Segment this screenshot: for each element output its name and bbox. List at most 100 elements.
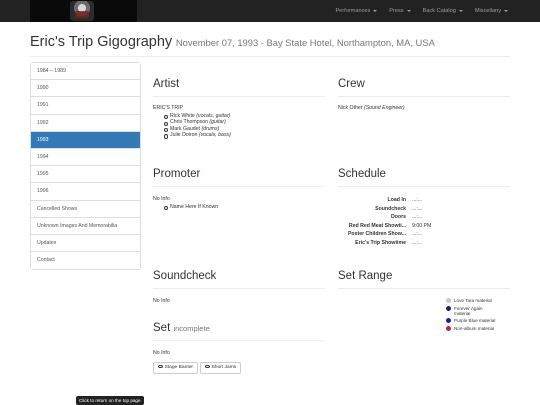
sidebar-item-1993[interactable]: 1993 — [31, 131, 140, 149]
nav-performances[interactable]: Performances — [329, 0, 383, 22]
list-item: Julie Doiron (vocals, bass) — [160, 132, 231, 139]
caret-down-icon — [458, 9, 463, 12]
soundcheck-divider — [153, 288, 325, 289]
member-role: (guitar) — [209, 119, 226, 126]
set-range-legend: Love Tara material Forever Again materia… — [446, 298, 495, 333]
promoter-heading: Promoter — [153, 168, 201, 180]
set-info: No Info — [153, 350, 170, 356]
legend-label: Purple Blue material — [454, 318, 496, 324]
legend-item: Non-album material — [446, 325, 495, 331]
legend-swatch — [446, 305, 451, 311]
legend-item: Love Tara material — [446, 298, 495, 303]
eye-icon — [158, 365, 163, 369]
crew-heading: Crew — [338, 78, 365, 90]
set-range-heading: Set Range — [338, 270, 393, 282]
set-range-divider — [338, 288, 510, 289]
sidebar-item-unknown-images[interactable]: Unknown Images And Memorabilia — [31, 217, 140, 235]
schedule-row: Doors...:... — [338, 213, 468, 222]
sidebar-item-1984-1989[interactable]: 1984 – 1989 — [31, 63, 140, 81]
caret-down-icon — [406, 9, 411, 12]
schedule-row: Soundcheck...:... — [338, 205, 468, 214]
stage-banter-label: Stage Banter — [164, 365, 194, 370]
year-sidebar: 1984 – 1989 1990 1991 1992 1993 1994 199… — [30, 62, 141, 271]
soundcheck-info: No Info — [153, 298, 170, 304]
set-heading-label: Set — [153, 322, 171, 334]
schedule-label: Red Red Meat Showti... — [348, 222, 406, 229]
schedule-row: Poster Children Show......:... — [338, 230, 468, 239]
nav-press-label: Press — [389, 8, 404, 14]
site-logo[interactable] — [30, 0, 137, 22]
nav-back-catalog-label: Back Catalog — [422, 8, 456, 14]
sidebar-item-1990[interactable]: 1990 — [31, 80, 140, 98]
schedule-value: ...:... — [412, 214, 423, 221]
legend-item: Forever Again material — [446, 305, 495, 316]
legend-swatch — [446, 325, 451, 331]
nav-performances-label: Performances — [335, 8, 371, 14]
back-to-top-button[interactable]: Click to return on the top page — [76, 396, 144, 405]
sidebar-item-cancelled-shows[interactable]: Cancelled Shows — [31, 200, 140, 218]
schedule-divider — [338, 186, 510, 187]
crew-divider — [338, 96, 510, 97]
schedule-row: Red Red Meat Showti... 9:00 PM — [338, 222, 468, 231]
nav-press[interactable]: Press — [383, 0, 416, 22]
legend-swatch — [446, 318, 451, 324]
short-jams-label: Short Jams — [211, 365, 237, 370]
artist-heading: Artist — [153, 78, 180, 90]
member-name: Chris Thompson — [170, 119, 208, 126]
sidebar-item-1991[interactable]: 1991 — [31, 97, 140, 115]
set-status: incomplete — [173, 324, 210, 333]
schedule-heading: Schedule — [338, 168, 386, 180]
artist-divider — [153, 96, 325, 97]
member-name: Rick White — [170, 113, 195, 119]
sidebar-item-1996[interactable]: 1996 — [31, 183, 140, 201]
schedule-row: Load In...:... — [338, 196, 468, 205]
schedule-row: Eric's Trip Showtime...:... — [338, 239, 468, 248]
nav-menu: Performances Press Back Catalog Miscella… — [329, 0, 514, 22]
schedule-value: ...:... — [412, 197, 423, 203]
sidebar-item-1992[interactable]: 1992 — [31, 114, 140, 132]
schedule-label: Load In — [387, 197, 406, 203]
legend-label: Forever Again material — [454, 305, 483, 316]
sidebar-item-1995[interactable]: 1995 — [31, 166, 140, 184]
top-navbar: Performances Press Back Catalog Miscella… — [0, 0, 540, 22]
title-divider — [30, 56, 510, 57]
soundcheck-heading: Soundcheck — [153, 270, 217, 282]
band-logo-icon — [70, 1, 94, 21]
promoter-info: No Info — [153, 196, 170, 202]
set-heading: Set incomplete — [153, 322, 210, 334]
promoter-list: Name Here If Known — [160, 204, 218, 211]
stage-banter-button[interactable]: Stage Banter — [153, 362, 199, 374]
schedule-label: Soundcheck — [375, 205, 406, 212]
page-title-subtitle: November 07, 1993 - Bay State Hotel, Nor… — [175, 37, 435, 48]
crew-name: Nick Other — [338, 105, 363, 111]
member-role: (vocals, guitar) — [196, 113, 231, 119]
artist-name: ERIC'S TRIP — [153, 105, 184, 111]
page-title: Eric's Trip Gigography November 07, 1993… — [30, 34, 435, 50]
sidebar-item-contact[interactable]: Contact — [31, 252, 140, 270]
nav-back-catalog[interactable]: Back Catalog — [417, 0, 469, 22]
member-role: (drums) — [201, 125, 220, 132]
legend-label: Non-album material — [454, 325, 495, 331]
list-item: Name Here If Known — [160, 204, 218, 211]
sidebar-item-1994[interactable]: 1994 — [31, 148, 140, 167]
caret-down-icon — [373, 9, 378, 12]
schedule-label: Poster Children Show... — [347, 231, 406, 238]
member-name: Julie Doiron — [170, 132, 198, 139]
nav-miscellany-label: Miscellany — [474, 8, 501, 14]
schedule-value: 9:00 PM — [412, 222, 432, 229]
schedule-label: Doors — [391, 214, 406, 221]
schedule-label: Eric's Trip Showtime — [355, 239, 406, 246]
sidebar-item-updates[interactable]: Updates — [31, 234, 140, 253]
schedule-value: ...:... — [412, 231, 423, 238]
artist-members: Rick White (vocals, guitar) Chris Thomps… — [160, 113, 231, 139]
schedule-value: ...:... — [412, 239, 423, 246]
schedule-table: Load In...:... Soundcheck...:... Doors..… — [338, 196, 468, 248]
nav-miscellany[interactable]: Miscellany — [469, 0, 514, 22]
set-divider — [153, 340, 325, 341]
short-jams-button[interactable]: Short Jams — [200, 362, 242, 374]
legend-swatch — [446, 298, 451, 303]
member-role: (vocals, bass) — [198, 132, 231, 139]
legend-item: Purple Blue material — [446, 318, 496, 324]
legend-label: Love Tara material — [454, 298, 492, 303]
eye-icon — [205, 365, 210, 369]
